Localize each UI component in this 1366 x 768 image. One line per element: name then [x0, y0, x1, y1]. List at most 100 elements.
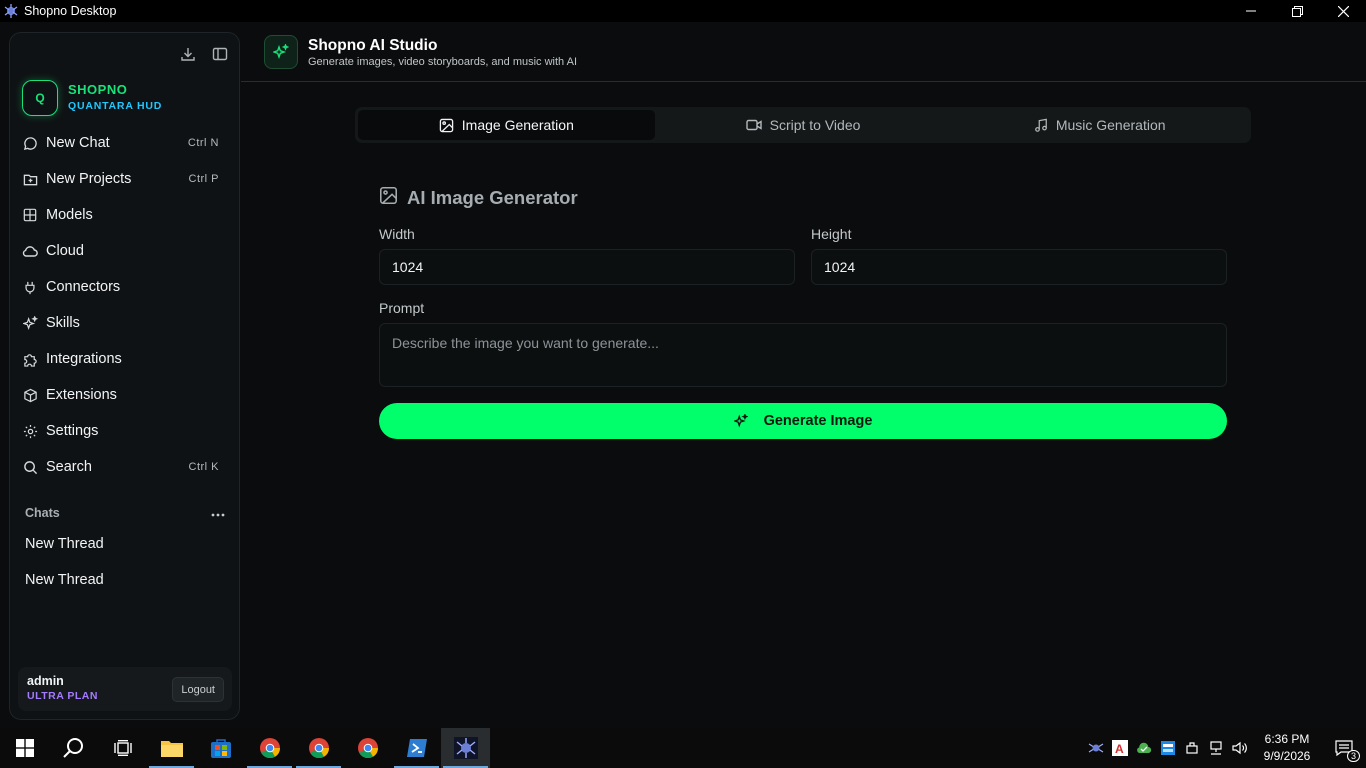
brand-logo: Q	[22, 80, 58, 116]
app-icon	[4, 4, 18, 18]
chrome-icon	[308, 738, 329, 759]
sidebar-item-new-projects[interactable]: New Projects Ctrl P	[10, 161, 239, 197]
restore-button[interactable]	[1274, 0, 1320, 22]
font-tray-icon[interactable]: A	[1108, 728, 1132, 768]
sidebar-item-integrations[interactable]: Integrations	[10, 341, 239, 377]
task-view-icon	[113, 740, 132, 756]
close-button[interactable]	[1320, 0, 1366, 22]
height-label: Height	[811, 226, 852, 242]
grid-icon	[22, 207, 38, 223]
sidebar-item-models[interactable]: Models	[10, 197, 239, 233]
network-tray-icon[interactable]	[1204, 728, 1228, 768]
svg-text:A: A	[1115, 742, 1124, 756]
store-button[interactable]	[196, 728, 245, 768]
powershell-button[interactable]	[392, 728, 441, 768]
cube-icon	[22, 387, 38, 403]
notification-count: 3	[1346, 750, 1360, 762]
prompt-textarea[interactable]: Describe the image you want to generate.…	[379, 323, 1227, 387]
height-input[interactable]: 1024	[811, 249, 1227, 285]
sidebar-item-search[interactable]: Search Ctrl K	[10, 449, 239, 485]
chat-bubble-icon	[22, 135, 38, 151]
download-icon[interactable]	[179, 45, 197, 63]
sidebar-item-label: Cloud	[46, 243, 84, 259]
window-title: Shopno Desktop	[24, 4, 117, 18]
sidebar-item-label: Extensions	[46, 387, 117, 403]
monitor-tray-icon[interactable]	[1156, 728, 1180, 768]
tab-label: Image Generation	[461, 117, 574, 133]
sparkles-icon	[733, 414, 748, 428]
sidebar-nav: New Chat Ctrl N New Projects Ctrl P Mode…	[10, 125, 239, 485]
video-icon	[745, 119, 762, 131]
volume-tray-icon[interactable]	[1228, 728, 1252, 768]
sidebar-item-extensions[interactable]: Extensions	[10, 377, 239, 413]
notification-center-button[interactable]: 3	[1322, 728, 1366, 768]
sidebar-item-skills[interactable]: Skills	[10, 305, 239, 341]
tab-image-generation[interactable]: Image Generation	[358, 110, 655, 140]
minimize-button[interactable]	[1228, 0, 1274, 22]
thread-item[interactable]: New Thread	[25, 536, 104, 552]
chats-label: Chats	[25, 506, 60, 520]
thread-item[interactable]: New Thread	[25, 572, 104, 588]
logout-button[interactable]: Logout	[172, 677, 224, 702]
cloud-sync-tray-icon[interactable]	[1132, 728, 1156, 768]
search-icon	[62, 738, 83, 758]
sidebar-item-label: Connectors	[46, 279, 121, 295]
sparkles-icon	[22, 315, 38, 331]
folder-plus-icon	[22, 171, 38, 187]
gear-icon	[22, 423, 38, 439]
generate-image-label: Generate Image	[763, 413, 873, 429]
chrome-icon	[259, 738, 280, 759]
shopno-desktop-button[interactable]	[441, 728, 490, 768]
user-panel: admin ULTRA PLAN Logout	[18, 667, 232, 711]
image-icon	[439, 118, 454, 133]
clock-time: 6:36 PM	[1264, 732, 1310, 746]
restore-icon	[1291, 5, 1303, 17]
window-titlebar: Shopno Desktop	[0, 0, 1366, 22]
brand-subtitle: QUANTARA HUD	[68, 100, 163, 112]
tab-bar: Image Generation Script to Video Music G…	[355, 107, 1251, 143]
sidebar-item-label: New Projects	[46, 171, 132, 187]
shopno-tray-icon[interactable]	[1084, 728, 1108, 768]
taskbar-search-button[interactable]	[49, 728, 98, 768]
page-title: Shopno AI Studio	[308, 37, 438, 54]
close-icon	[1337, 5, 1349, 17]
powershell-icon	[406, 739, 427, 757]
tab-script-to-video[interactable]: Script to Video	[655, 110, 952, 140]
generator-title-label: AI Image Generator	[407, 187, 578, 208]
prompt-label: Prompt	[379, 300, 425, 316]
tab-label: Music Generation	[1055, 117, 1166, 133]
chrome-button[interactable]	[343, 728, 392, 768]
page-subtitle: Generate images, video storyboards, and …	[308, 56, 578, 68]
sparkles-icon	[264, 35, 298, 69]
generate-image-button[interactable]: Generate Image	[379, 403, 1227, 439]
minimize-icon	[1246, 10, 1256, 12]
task-view-button[interactable]	[98, 728, 147, 768]
sidebar-item-new-chat[interactable]: New Chat Ctrl N	[10, 125, 239, 161]
chrome-button[interactable]	[294, 728, 343, 768]
plan-badge: ULTRA PLAN	[27, 690, 98, 702]
width-input[interactable]: 1024	[379, 249, 795, 285]
start-button[interactable]	[0, 728, 49, 768]
more-options-icon[interactable]	[211, 504, 225, 522]
usb-tray-icon[interactable]	[1180, 728, 1204, 768]
file-explorer-button[interactable]	[147, 728, 196, 768]
system-tray: A 6:36 PM 9/9/2026 3	[1084, 728, 1366, 768]
search-icon	[22, 459, 38, 475]
username: admin	[27, 674, 64, 688]
store-icon	[210, 739, 231, 758]
tab-label: Script to Video	[769, 117, 861, 133]
sidebar-item-connectors[interactable]: Connectors	[10, 269, 239, 305]
sidebar-item-settings[interactable]: Settings	[10, 413, 239, 449]
chrome-button[interactable]	[245, 728, 294, 768]
shortcut-label: Ctrl P	[188, 173, 219, 185]
taskbar-clock[interactable]: 6:36 PM 9/9/2026	[1252, 731, 1322, 765]
cloud-icon	[22, 243, 38, 259]
width-label: Width	[379, 226, 415, 242]
puzzle-icon	[22, 351, 38, 367]
clock-date: 9/9/2026	[1263, 749, 1311, 763]
sidebar-item-cloud[interactable]: Cloud	[10, 233, 239, 269]
sidebar-toggle-icon[interactable]	[211, 45, 229, 63]
taskbar: A 6:36 PM 9/9/2026 3	[0, 728, 1366, 768]
sidebar-item-label: Skills	[46, 315, 80, 331]
tab-music-generation[interactable]: Music Generation	[951, 110, 1248, 140]
